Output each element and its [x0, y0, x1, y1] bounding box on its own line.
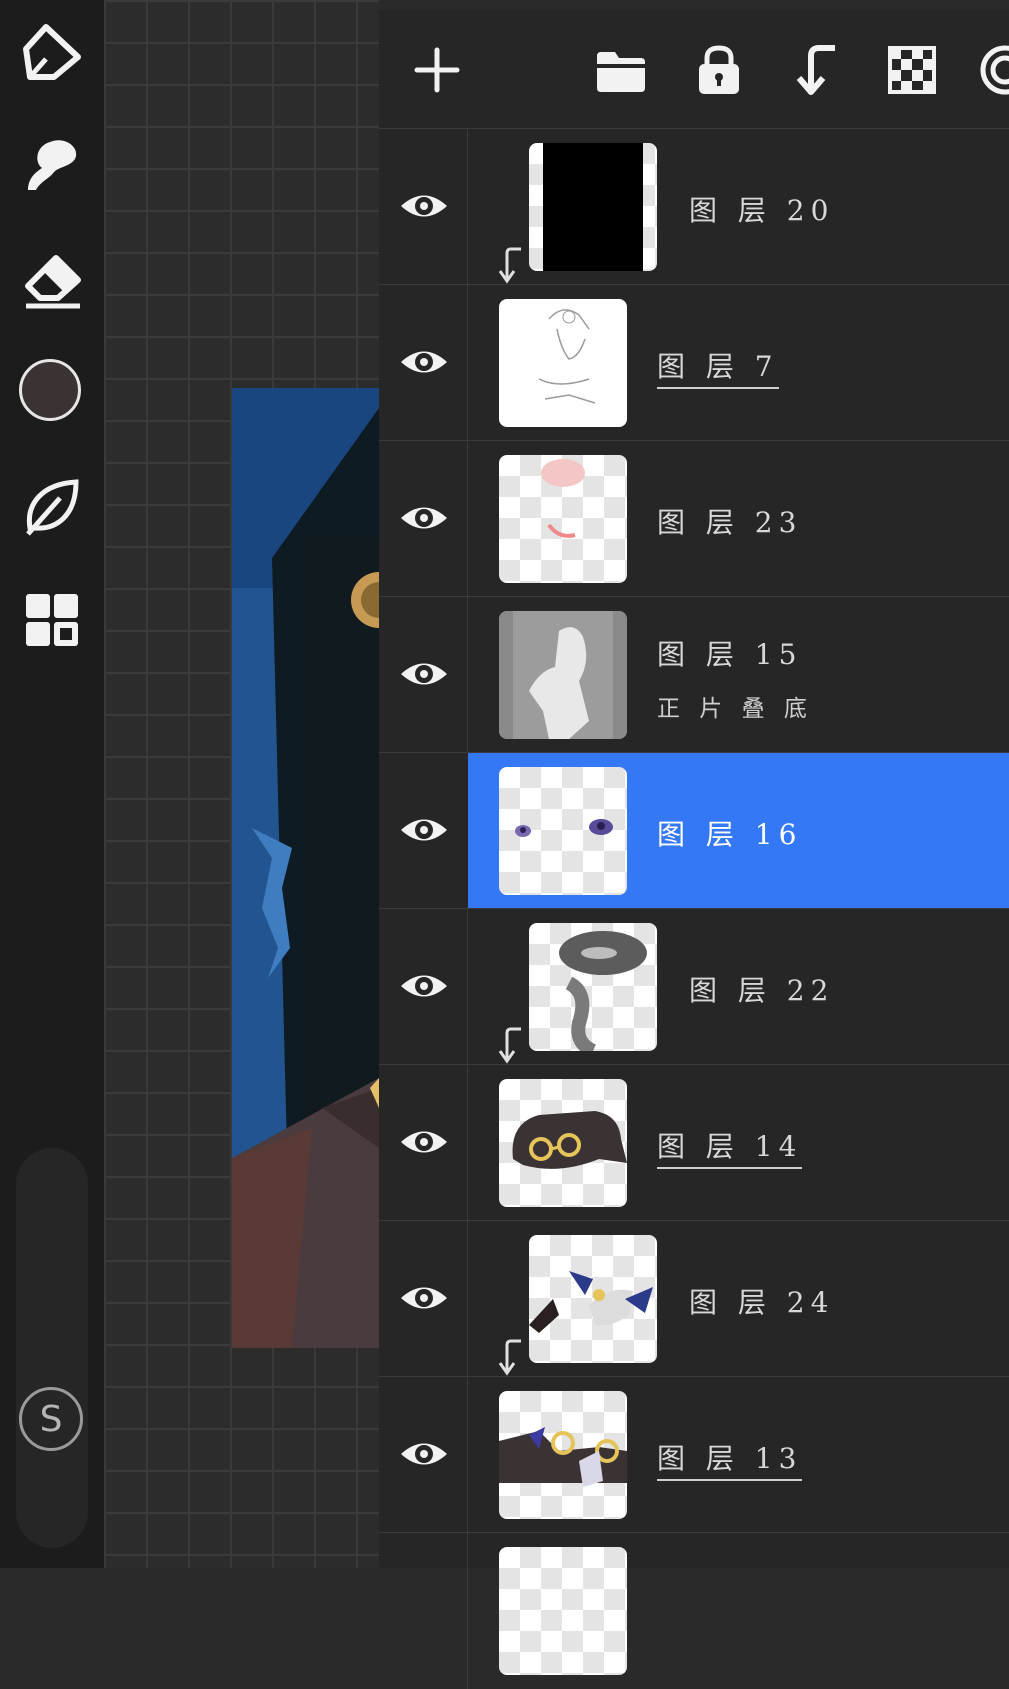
brush-size-slider[interactable]: [16, 1148, 88, 1548]
layer-row[interactable]: 图 层 14: [379, 1064, 1009, 1221]
layer-thumbnail[interactable]: [499, 611, 627, 739]
canvas-area[interactable]: [104, 0, 379, 1568]
add-layer-button[interactable]: [407, 40, 467, 100]
row-divider: [467, 1221, 468, 1377]
layers-toolbar: [379, 10, 1009, 128]
layer-name: 图 层 14: [657, 1125, 803, 1169]
layer-name: 图 层 7: [657, 345, 779, 389]
eye-icon[interactable]: [397, 179, 451, 233]
layer-row[interactable]: 图 层 15 正 片 叠 底: [379, 596, 1009, 753]
layer-thumbnail[interactable]: [529, 143, 657, 271]
layer-thumbnail[interactable]: [499, 455, 627, 583]
layer-row[interactable]: [379, 1532, 1009, 1689]
lock-button[interactable]: [689, 40, 749, 100]
layer-name: 图 层 15: [657, 638, 803, 671]
layer-thumbnail[interactable]: [499, 1391, 627, 1519]
row-divider: [467, 285, 468, 441]
group-button[interactable]: [591, 40, 651, 100]
adjust-tool[interactable]: [16, 470, 88, 542]
clip-indicator-icon: [498, 1339, 521, 1376]
eye-icon[interactable]: [397, 1427, 451, 1481]
row-divider: [467, 1533, 468, 1689]
transparency-lock-button[interactable]: [882, 40, 942, 100]
eye-icon[interactable]: [397, 959, 451, 1013]
layer-name: 图 层 24: [689, 1286, 835, 1319]
folder-icon: [597, 52, 645, 92]
layer-name: 图 层 13: [657, 1437, 803, 1481]
artwork-canvas[interactable]: [232, 388, 379, 1348]
clip-indicator-icon: [498, 247, 521, 284]
eye-icon[interactable]: [397, 803, 451, 857]
pen-icon: [23, 24, 81, 80]
eraser-tool[interactable]: [16, 242, 88, 314]
layer-thumbnail[interactable]: [499, 1547, 627, 1675]
layer-thumbnail[interactable]: [529, 1235, 657, 1363]
eye-icon[interactable]: [397, 335, 451, 389]
layer-row[interactable]: 图 层 7: [379, 284, 1009, 441]
layer-name: 图 层 23: [657, 506, 803, 539]
layer-name: 图 层 20: [689, 194, 835, 227]
layer-row[interactable]: 图 层 22: [379, 908, 1009, 1065]
gallery-tool[interactable]: [16, 584, 88, 656]
eye-icon[interactable]: [397, 1271, 451, 1325]
layer-thumbnail[interactable]: [499, 1079, 627, 1207]
layer-name: 图 层 16: [657, 818, 803, 851]
layer-row[interactable]: 图 层 24: [379, 1220, 1009, 1377]
eye-icon[interactable]: [397, 1115, 451, 1169]
layer-name: 图 层 22: [689, 974, 835, 1007]
lock-icon: [699, 45, 739, 94]
plus-icon: [414, 47, 460, 93]
row-divider: [467, 597, 468, 753]
layer-thumbnail[interactable]: [529, 923, 657, 1051]
clip-indicator-icon: [498, 1027, 521, 1064]
row-divider: [467, 129, 468, 285]
s-button[interactable]: S: [19, 1387, 83, 1451]
layer-thumbnail[interactable]: [499, 299, 627, 427]
row-divider: [467, 1377, 468, 1533]
tool-rail: S: [0, 0, 104, 1568]
clip-mask-button[interactable]: [787, 40, 847, 100]
row-divider: [467, 441, 468, 597]
color-swatch[interactable]: [19, 359, 81, 421]
more-button[interactable]: [977, 40, 1009, 100]
layer-row-selected[interactable]: 图 层 16: [379, 752, 1009, 909]
layer-row[interactable]: 图 层 23: [379, 440, 1009, 597]
row-divider: [467, 1065, 468, 1221]
artwork-image: [232, 388, 379, 1348]
eye-icon[interactable]: [397, 647, 451, 701]
layer-row[interactable]: 图 层 20: [379, 128, 1009, 285]
layers-panel: 图 层 20 图 层 7 图 层 23 图 层 15 正 片 叠 底 图 层 1…: [379, 10, 1009, 1689]
checkerboard-icon: [888, 46, 936, 94]
pen-tool[interactable]: [16, 15, 88, 87]
blend-mode-label: 正 片 叠 底: [657, 696, 813, 722]
layer-thumbnail[interactable]: [499, 767, 627, 895]
leaf-icon: [26, 479, 79, 536]
smudge-icon: [28, 140, 77, 190]
smudge-tool[interactable]: [16, 128, 88, 200]
clip-arrow-icon: [796, 45, 835, 95]
row-divider: [467, 909, 468, 1065]
eye-icon[interactable]: [397, 491, 451, 545]
spiral-icon: [980, 45, 1009, 95]
eraser-icon: [25, 255, 81, 309]
gallery-icon: [26, 594, 78, 646]
layer-row[interactable]: 图 层 13: [379, 1376, 1009, 1533]
